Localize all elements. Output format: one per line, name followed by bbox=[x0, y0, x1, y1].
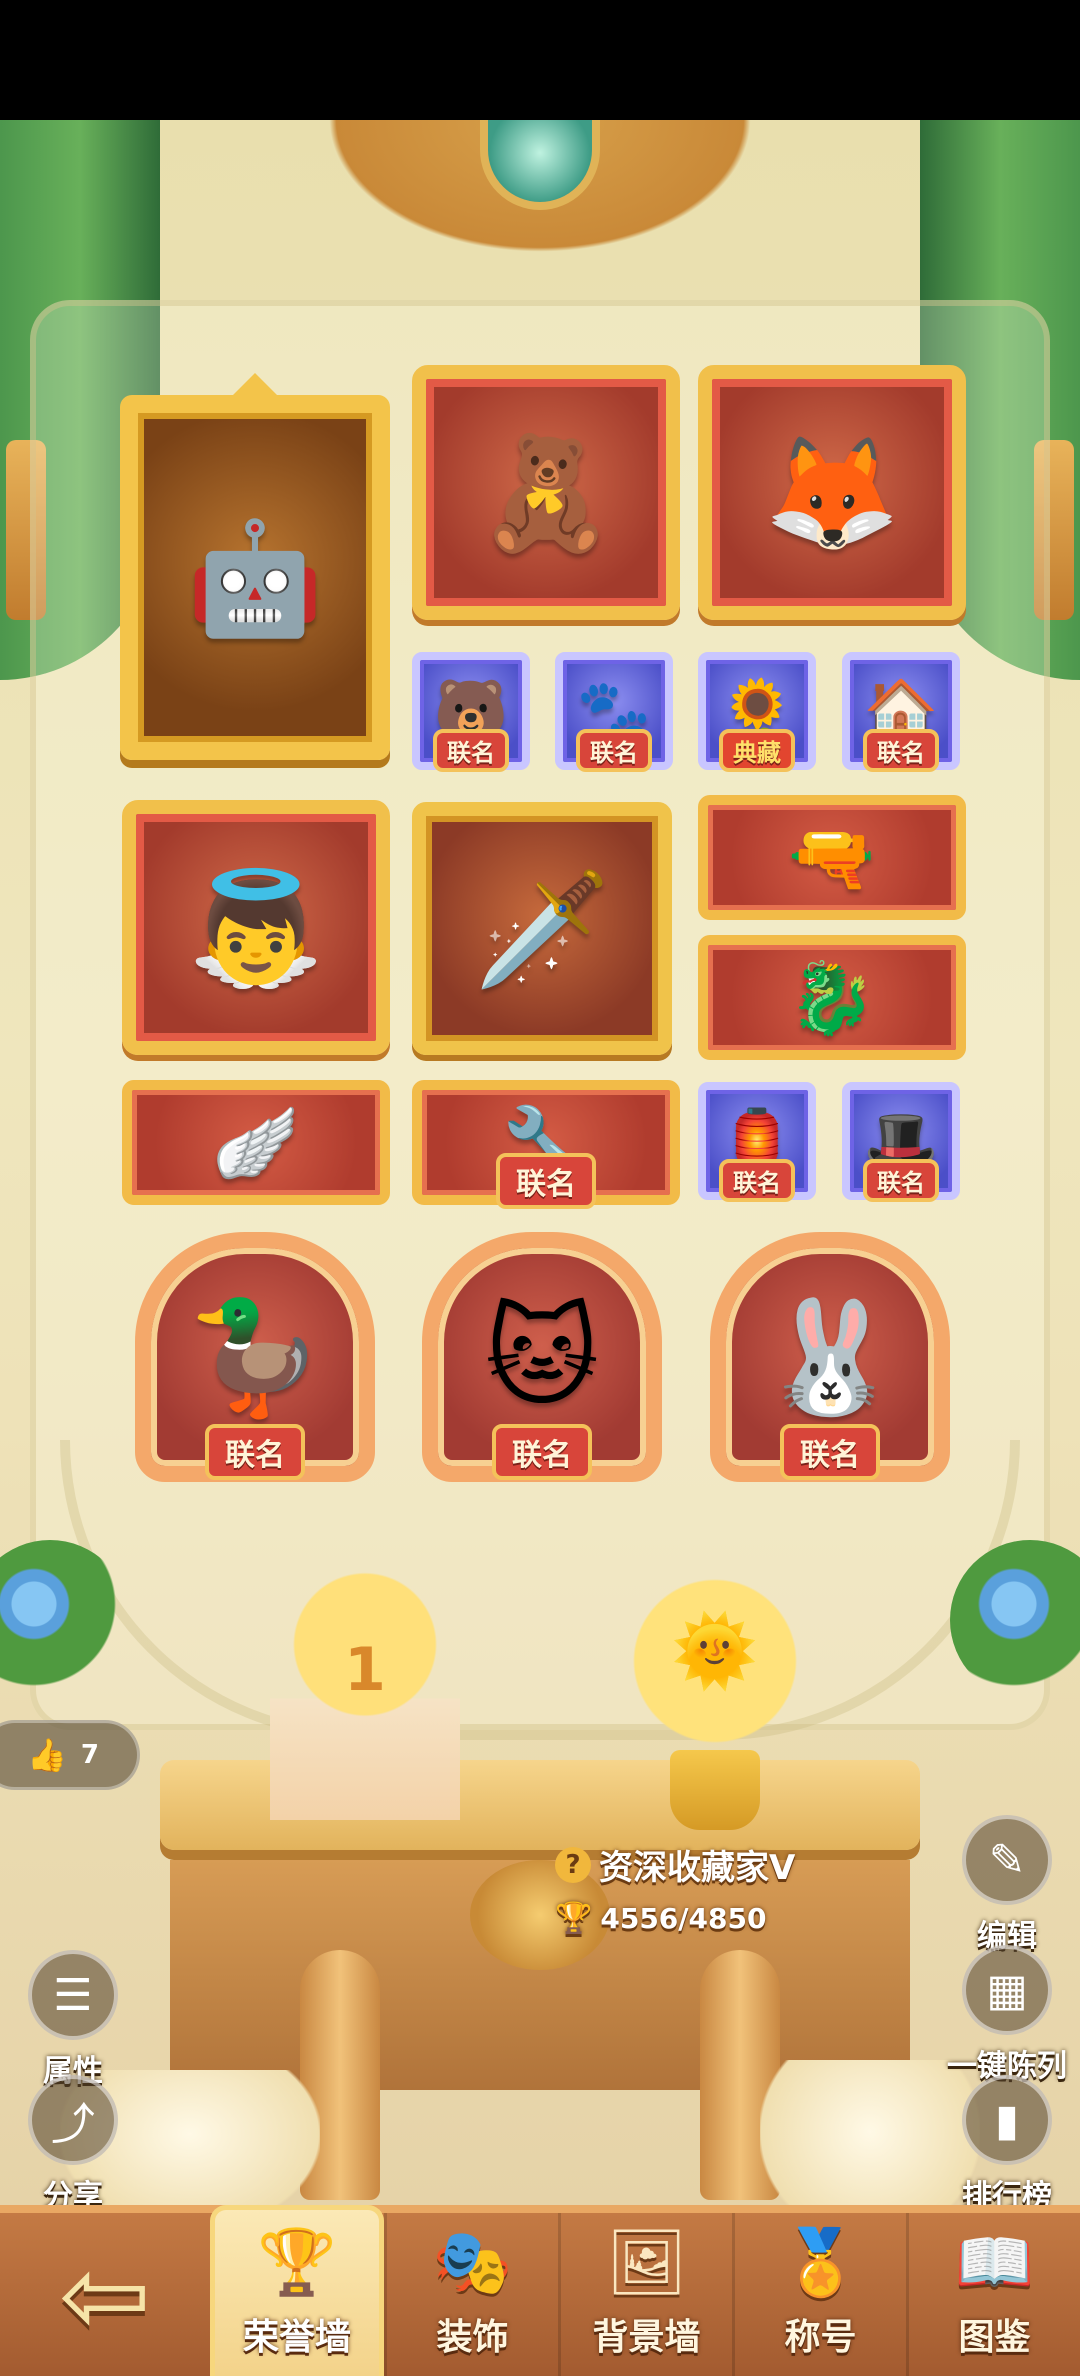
bottom-nav: ⇦ 🏆 荣誉墙 🎭 装饰 🖼 背景墙 🏅 称号 📖 图鉴 bbox=[0, 2205, 1080, 2376]
collab-tag: 联名 bbox=[492, 1424, 592, 1480]
collab-tag: 联名 bbox=[863, 729, 939, 772]
pencil-icon: ✎ bbox=[962, 1815, 1052, 1905]
display-bear-badge[interactable]: 🐾 联名 bbox=[555, 652, 673, 772]
collab-tag: 联名 bbox=[433, 729, 509, 772]
dragon-gun-art: 🐉 bbox=[788, 956, 876, 1039]
share-button[interactable]: ⤴ 分享 bbox=[8, 2075, 138, 2205]
tab-honor-wall-label: 荣誉墙 bbox=[242, 2317, 351, 2358]
tab-codex[interactable]: 📖 图鉴 bbox=[906, 2213, 1080, 2376]
display-white-rabbit[interactable]: 🐰 联名 bbox=[710, 1232, 950, 1482]
drill-gun-art: 🔫 bbox=[788, 816, 876, 899]
tab-decoration[interactable]: 🎭 装饰 bbox=[384, 2213, 558, 2376]
attributes-button[interactable]: ☰ 属性 bbox=[8, 1950, 138, 2090]
mask-icon: 🎭 bbox=[432, 2226, 513, 2300]
wall-arch bbox=[60, 1440, 1020, 1740]
mech-warrior-art: 🤖 bbox=[186, 513, 324, 642]
display-pilot-duck[interactable]: 🦆 联名 bbox=[135, 1232, 375, 1482]
trophy-sun[interactable]: 🌞 bbox=[610, 1570, 820, 1830]
sun-face-icon: 🌞 bbox=[671, 1610, 759, 1692]
crown-ornament bbox=[215, 373, 295, 413]
display-captain-cat[interactable]: 🐱 联名 bbox=[422, 1232, 662, 1482]
collector-title: 资深收藏家V bbox=[599, 1848, 796, 1888]
display-doll-girl[interactable]: 🧸 bbox=[412, 365, 680, 620]
display-fox-girl[interactable]: 🦊 bbox=[698, 365, 966, 620]
tab-decoration-label: 装饰 bbox=[436, 2317, 509, 2358]
classic-tag: 典藏 bbox=[719, 729, 795, 772]
share-icon: ⤴ bbox=[28, 2075, 118, 2165]
arrange-button[interactable]: ▦ 一键陈列 bbox=[942, 1945, 1072, 2085]
collab-tag: 联名 bbox=[719, 1159, 795, 1202]
edit-button[interactable]: ✎ 编辑 bbox=[942, 1815, 1072, 1955]
collab-tag: 联名 bbox=[205, 1424, 305, 1480]
display-drill-gun[interactable]: 🔫 bbox=[698, 795, 966, 920]
display-bear-toy[interactable]: 🐻 联名 bbox=[412, 652, 530, 772]
tab-honor-wall[interactable]: 🏆 荣誉墙 bbox=[210, 2205, 384, 2376]
ranking-button[interactable]: ▮ 排行榜 bbox=[942, 2075, 1072, 2205]
back-button[interactable]: ⇦ bbox=[0, 2213, 210, 2376]
tab-background-wall-label: 背景墙 bbox=[592, 2317, 701, 2358]
tab-codex-label: 图鉴 bbox=[958, 2317, 1031, 2358]
picture-icon: 🖼 bbox=[605, 2226, 688, 2300]
trophy-rank-number: 1 bbox=[344, 1635, 386, 1705]
like-button[interactable]: 👍 7 bbox=[0, 1720, 140, 1790]
collab-tag: 联名 bbox=[780, 1424, 880, 1480]
fox-girl-art: 🦊 bbox=[763, 428, 901, 557]
doll-girl-art: 🧸 bbox=[477, 428, 615, 557]
display-angel-girl[interactable]: 👼 bbox=[122, 800, 390, 1055]
list-icon: ☰ bbox=[28, 1950, 118, 2040]
display-hat-box[interactable]: 🎩 联名 bbox=[842, 1082, 960, 1202]
display-winged-gun[interactable]: 🪽 bbox=[122, 1080, 390, 1205]
angel-girl-art: 👼 bbox=[187, 863, 325, 992]
honor-wall-scene: 🤖 🧸 🦊 🐻 联名 🐾 联名 🌻 典藏 🏠 联名 👼 🗡️ 🔫 🐉 🪽 🔧 联… bbox=[0, 120, 1080, 2205]
collab-tag: 联名 bbox=[496, 1153, 596, 1209]
collab-tag: 联名 bbox=[863, 1159, 939, 1202]
like-count: 7 bbox=[80, 1740, 99, 1770]
display-mech-warrior[interactable]: 🤖 bbox=[120, 373, 390, 760]
display-spear[interactable]: 🗡️ bbox=[412, 802, 672, 1055]
question-icon[interactable]: ? bbox=[555, 1846, 591, 1883]
white-rabbit-art: 🐰 bbox=[761, 1293, 899, 1421]
share-label: 分享 bbox=[43, 2179, 103, 2205]
tab-title-label: 称号 bbox=[784, 2317, 857, 2358]
book-icon: 📖 bbox=[954, 2226, 1035, 2300]
captain-cat-art: 🐱 bbox=[484, 1293, 600, 1421]
thumbs-up-icon: 👍 bbox=[27, 1736, 67, 1774]
back-arrow-icon: ⇦ bbox=[58, 2230, 152, 2359]
ranking-label: 排行榜 bbox=[962, 2179, 1052, 2205]
medal-icon: 🏅 bbox=[780, 2226, 861, 2300]
display-house[interactable]: 🏠 联名 bbox=[842, 652, 960, 772]
winged-gun-art: 🪽 bbox=[212, 1101, 300, 1184]
tab-title[interactable]: 🏅 称号 bbox=[732, 2213, 906, 2376]
display-dragon-gun[interactable]: 🐉 bbox=[698, 935, 966, 1060]
trophy-icon: 🏆 bbox=[555, 1901, 593, 1936]
status-bar bbox=[0, 0, 1080, 120]
collector-info[interactable]: ? 资深收藏家V 🏆 4556/4850 bbox=[555, 1840, 855, 1936]
display-collab-gun[interactable]: 🔧 联名 bbox=[412, 1080, 680, 1209]
collab-tag: 联名 bbox=[576, 729, 652, 772]
display-snow-globe[interactable]: 🌻 典藏 bbox=[698, 652, 816, 772]
grid-icon: ▦ bbox=[962, 1945, 1052, 2035]
tab-background-wall[interactable]: 🖼 背景墙 bbox=[558, 2213, 732, 2376]
display-lantern[interactable]: 🏮 联名 bbox=[698, 1082, 816, 1202]
bar-chart-icon: ▮ bbox=[962, 2075, 1052, 2165]
collector-score: 4556/4850 bbox=[600, 1902, 767, 1935]
trophy-cake[interactable]: 1 bbox=[270, 1550, 460, 1820]
trophy-icon: 🏆 bbox=[257, 2226, 337, 2300]
pilot-duck-art: 🦆 bbox=[186, 1293, 324, 1421]
spear-art: 🗡️ bbox=[473, 864, 611, 993]
